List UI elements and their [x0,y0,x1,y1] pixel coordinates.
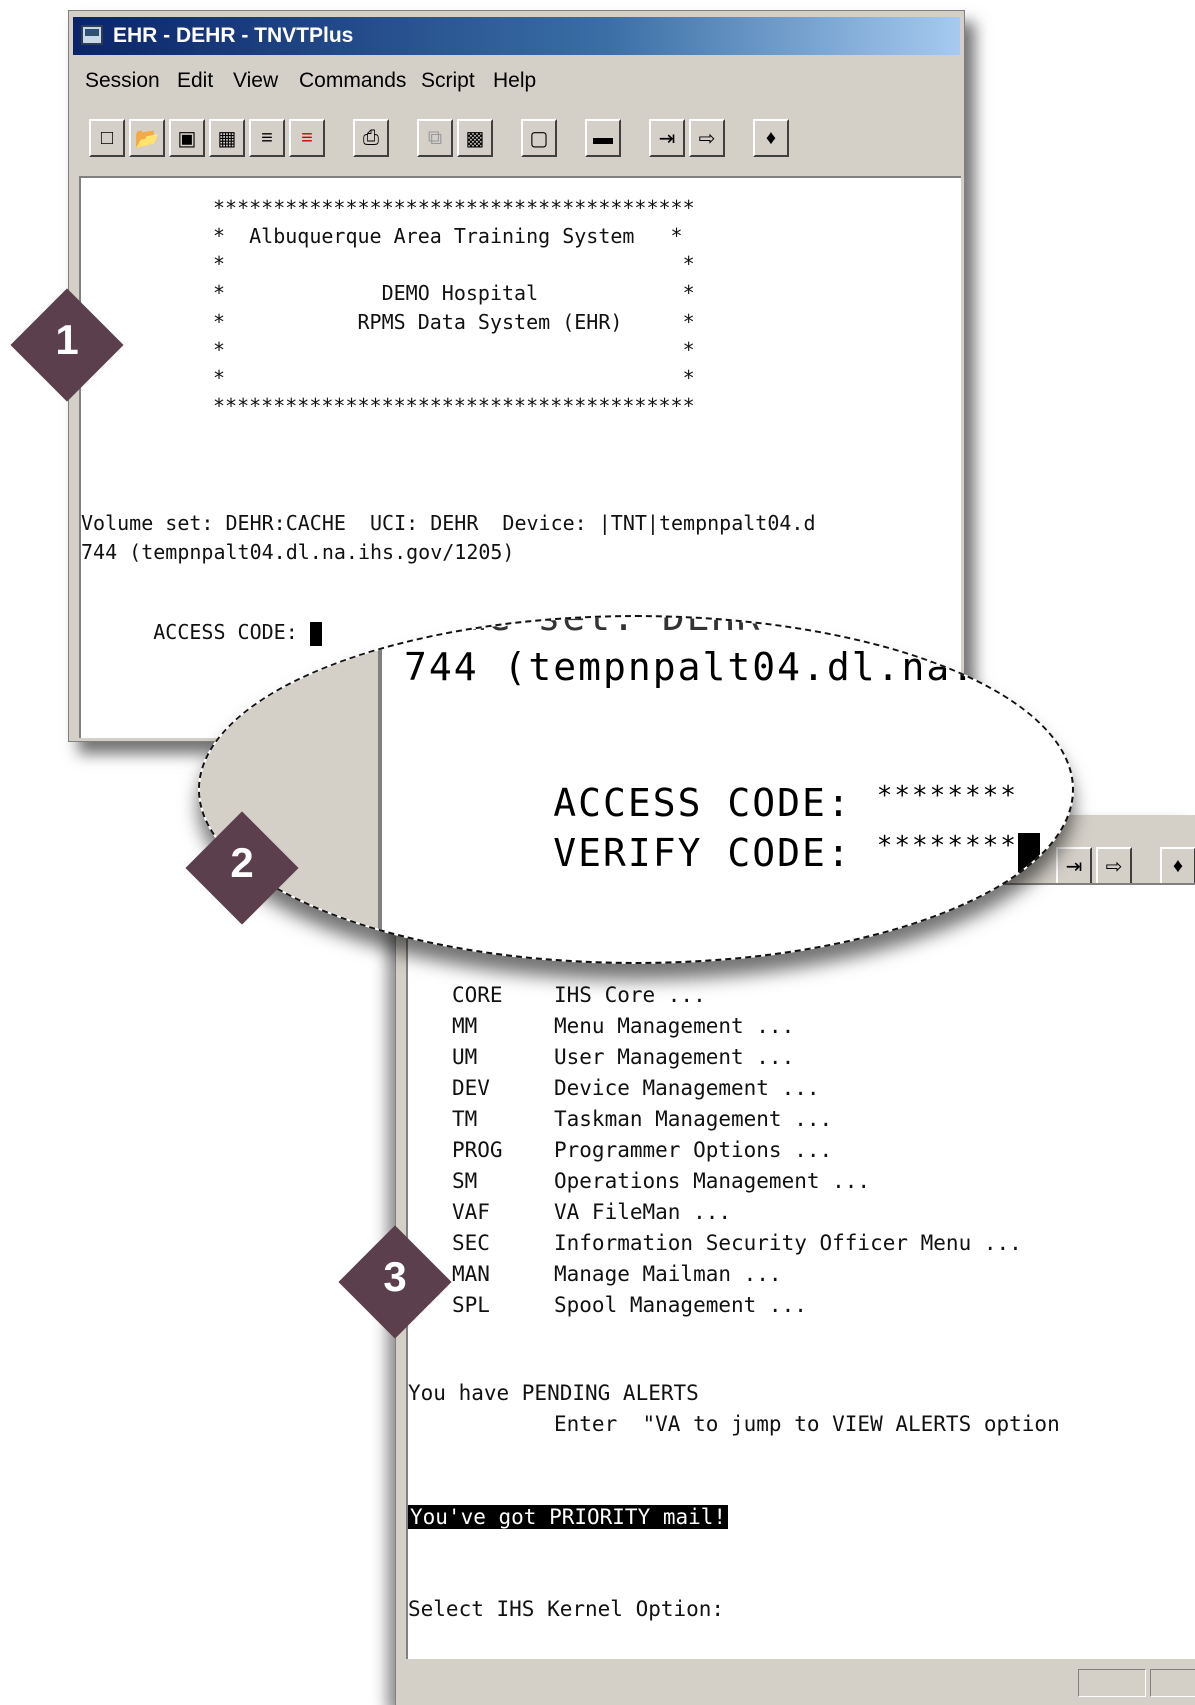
menu-label: Information Security Officer Menu ... [554,1231,1022,1255]
menu-label: Manage Mailman ... [554,1262,782,1286]
menu-label: Spool Management ... [554,1293,807,1317]
menu-script[interactable]: Script [421,69,475,93]
banner-line: **************************************** [213,196,695,220]
select-option-prompt[interactable]: Select IHS Kernel Option: [408,1597,724,1621]
menu-label: VA FileMan ... [554,1200,732,1224]
paste-icon[interactable]: ▩ [457,119,493,157]
menu-label: IHS Core ... [554,983,706,1007]
priority-mail-banner: You've got PRIORITY mail! [408,1505,729,1529]
help-book-icon[interactable]: ♦ [753,119,789,157]
menu-edit[interactable]: Edit [177,69,213,93]
menu-code: MAN [452,1262,490,1286]
help-book-icon[interactable]: ♦ [1160,847,1195,885]
verify-code-mask: ******** [876,831,1018,861]
menu-label: Programmer Options ... [554,1138,833,1162]
banner-line: * * [213,366,695,390]
new-icon[interactable]: □ [89,119,125,157]
menu-code: TM [452,1107,478,1131]
copy-icon[interactable]: ⧉ [417,119,453,157]
menu-commands[interactable]: Commands [299,69,406,93]
title-bar[interactable]: EHR - DEHR - TNVTPlus [73,17,960,55]
properties-icon[interactable]: ▦ [209,119,245,157]
menu-code: DEV [452,1076,490,1100]
import-icon[interactable]: ⇥ [649,119,685,157]
banner-line: * Albuquerque Area Training System * [213,224,683,248]
step-3-number: 3 [383,1253,407,1300]
terminal-app-icon [81,25,103,45]
device-line: 744 (tempnpalt04.dl.na.ihs.gov/1205) [81,540,515,564]
zoom-verify-code-line[interactable]: VERIFY CODE: ******** [404,787,1040,923]
banner-line: * * [213,338,695,362]
capture-icon[interactable]: ≡ [249,119,285,157]
terminal-screen[interactable]: CORE IHS Core ... MM Menu Management ...… [406,883,1195,1659]
menu-code: CORE [452,983,503,1007]
menu-code: VAF [452,1200,490,1224]
status-cell [1150,1669,1195,1697]
menu-code: SEC [452,1231,490,1255]
export-icon[interactable]: ⇨ [1096,847,1132,885]
export-icon[interactable]: ⇨ [689,119,725,157]
zoom-callout: ume set: DEHR 744 (tempnpalt04.dl.na. AC… [198,615,1074,964]
banner-line: * * [213,252,695,276]
zoom-partial-line: ume set: DEHR [438,615,762,639]
menu-session[interactable]: Session [85,69,160,93]
save-icon[interactable]: ▣ [169,119,205,157]
menu-label: Operations Management ... [554,1169,871,1193]
menu-bar: Session Edit View Commands Script Help [73,59,960,101]
menu-code: SPL [452,1293,490,1317]
menu-code: MM [452,1014,478,1038]
screen-icon[interactable]: ▢ [521,119,557,157]
window-title: EHR - DEHR - TNVTPlus [113,24,354,47]
menu-label: User Management ... [554,1045,795,1069]
banner-line: * RPMS Data System (EHR) * [213,310,695,334]
step-2-number: 2 [230,839,254,886]
view-alerts-hint: Enter "VA to jump to VIEW ALERTS option [554,1412,1060,1436]
verify-code-label: VERIFY CODE: [553,831,877,875]
banner-line: **************************************** [213,394,695,418]
text-cursor [1017,832,1040,879]
status-bar [406,1665,1195,1699]
menu-label: Device Management ... [554,1076,820,1100]
status-cell [1078,1669,1146,1697]
menu-label: Menu Management ... [554,1014,795,1038]
zoom-window-border [378,617,382,962]
step-1-number: 1 [55,316,79,363]
pending-alerts-line: You have PENDING ALERTS [408,1381,699,1405]
print-icon[interactable]: ⎙ [353,119,389,157]
volume-set-line: Volume set: DEHR:CACHE UCI: DEHR Device:… [81,511,816,535]
menu-view[interactable]: View [233,69,278,93]
menu-label: Taskman Management ... [554,1107,833,1131]
zoom-device-line: 744 (tempnpalt04.dl.na. [404,645,977,689]
open-icon[interactable]: 📂 [129,119,165,157]
banner-line: * DEMO Hospital * [213,281,695,305]
menu-help[interactable]: Help [493,69,536,93]
menu-code: UM [452,1045,478,1069]
toolbar: □ 📂 ▣ ▦ ≡ ≡ ⎙ ⧉ ▩ ▢ ▬ ⇥ ⇨ ♦ [73,107,893,171]
menu-code: PROG [452,1138,503,1162]
menu-code: SM [452,1169,478,1193]
record-icon[interactable]: ≡ [289,119,325,157]
keyboard-icon[interactable]: ▬ [585,119,621,157]
